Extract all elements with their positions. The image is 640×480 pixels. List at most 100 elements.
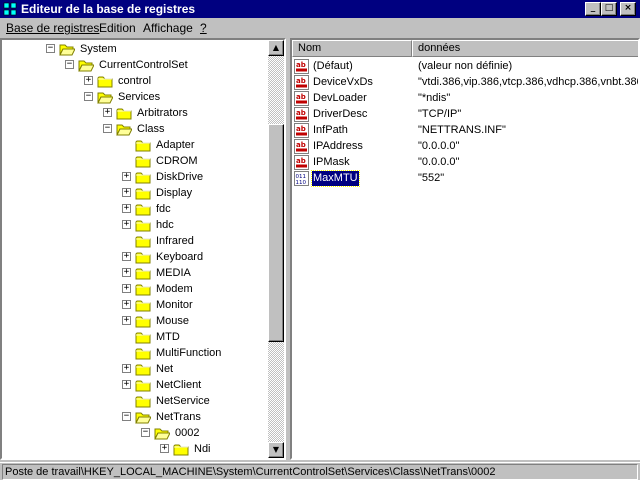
- menu-base-de-registres[interactable]: Base de registres: [6, 21, 99, 35]
- tree-node[interactable]: − 0002: [2, 425, 267, 441]
- expand-icon[interactable]: +: [122, 300, 131, 309]
- expand-icon[interactable]: +: [122, 316, 131, 325]
- collapse-icon[interactable]: −: [65, 60, 74, 69]
- scroll-up-button[interactable]: ▲: [268, 40, 284, 56]
- tree-node[interactable]: + Mouse: [2, 313, 267, 329]
- tree-node[interactable]: + Modem: [2, 281, 267, 297]
- tree-node-label: control: [118, 75, 152, 87]
- value-row[interactable]: ab DevLoader "*ndis": [292, 90, 638, 107]
- value-row[interactable]: ab DriverDesc "TCP/IP": [292, 106, 638, 123]
- svg-text:ab: ab: [296, 157, 306, 165]
- value-row[interactable]: ab (Défaut) (valeur non définie): [292, 58, 638, 75]
- collapse-icon[interactable]: −: [84, 92, 93, 101]
- tree-node[interactable]: MultiFunction: [2, 345, 267, 361]
- title-bar[interactable]: Editeur de la base de registres _ □ ×: [0, 0, 640, 18]
- expand-icon[interactable]: +: [122, 172, 131, 181]
- tree-node[interactable]: + Ndi: [2, 441, 267, 457]
- svg-text:110: 110: [296, 180, 307, 186]
- tree-node-label: MTD: [156, 331, 180, 343]
- expand-icon[interactable]: +: [84, 76, 93, 85]
- svg-text:ab: ab: [296, 109, 306, 117]
- tree-node[interactable]: − System: [2, 41, 267, 57]
- tree-node[interactable]: + MEDIA: [2, 265, 267, 281]
- expand-icon[interactable]: +: [122, 268, 131, 277]
- tree-node[interactable]: + Display: [2, 185, 267, 201]
- tree-node[interactable]: Adapter: [2, 137, 267, 153]
- collapse-icon[interactable]: −: [122, 412, 131, 421]
- tree-node[interactable]: + Keyboard: [2, 249, 267, 265]
- value-name: InfPath: [313, 124, 348, 136]
- folder-icon: [135, 252, 151, 264]
- tree-node[interactable]: + Net: [2, 361, 267, 377]
- folder-open-icon: [116, 124, 132, 136]
- expand-icon[interactable]: +: [122, 364, 131, 373]
- string-value-icon: ab: [294, 75, 309, 90]
- value-name: MaxMTU: [311, 170, 360, 187]
- svg-text:ab: ab: [296, 141, 306, 149]
- value-row[interactable]: ab IPAddress "0.0.0.0": [292, 138, 638, 155]
- folder-icon: [135, 172, 151, 184]
- tree-node[interactable]: + Arbitrators: [2, 105, 267, 121]
- string-value-icon: ab: [294, 59, 309, 74]
- expand-icon[interactable]: +: [103, 108, 112, 117]
- tree-node[interactable]: + hdc: [2, 217, 267, 233]
- tree-node-label: fdc: [156, 203, 171, 215]
- column-header-data[interactable]: données: [412, 40, 638, 57]
- tree-node-label: Ndi: [194, 443, 211, 455]
- tree-vertical-scrollbar[interactable]: ▲ ▼: [268, 40, 284, 458]
- value-data: "vtdi.386,vip.386,vtcp.386,vdhcp.386,vnb…: [418, 76, 640, 88]
- menu-help[interactable]: ?: [200, 21, 207, 35]
- value-name: IPAddress: [313, 140, 363, 152]
- menu-edition[interactable]: Edition: [99, 21, 136, 35]
- collapse-icon[interactable]: −: [46, 44, 55, 53]
- expand-icon[interactable]: +: [122, 380, 131, 389]
- expand-icon[interactable]: +: [122, 252, 131, 261]
- tree-node[interactable]: + fdc: [2, 201, 267, 217]
- tree-node[interactable]: Infrared: [2, 233, 267, 249]
- value-row[interactable]: ab DeviceVxDs "vtdi.386,vip.386,vtcp.386,v…: [292, 74, 640, 91]
- menu-affichage[interactable]: Affichage: [143, 21, 193, 35]
- scroll-down-button[interactable]: ▼: [268, 442, 284, 458]
- folder-icon: [116, 108, 132, 120]
- tree-node[interactable]: + control: [2, 73, 267, 89]
- tree-node[interactable]: + DiskDrive: [2, 169, 267, 185]
- value-row[interactable]: 011 110 MaxMTU "552": [292, 170, 638, 187]
- maximize-button[interactable]: □: [601, 2, 617, 16]
- tree-node[interactable]: − Services: [2, 89, 267, 105]
- tree-node[interactable]: − NetTrans: [2, 409, 267, 425]
- value-row[interactable]: ab IPMask "0.0.0.0": [292, 154, 638, 171]
- tree-node[interactable]: − Class: [2, 121, 267, 137]
- folder-icon: [135, 140, 151, 152]
- expand-icon[interactable]: +: [122, 284, 131, 293]
- tree-node-label: 0002: [175, 427, 200, 439]
- tree-node[interactable]: − CurrentControlSet: [2, 57, 267, 73]
- values-list-pane[interactable]: Nom données ab (Défaut) (valeur non défini…: [290, 38, 640, 460]
- tree-node[interactable]: NetService: [2, 393, 267, 409]
- value-row[interactable]: ab InfPath "NETTRANS.INF": [292, 122, 638, 139]
- key-tree-pane[interactable]: − System − CurrentControlSet + control − Servic…: [0, 38, 286, 460]
- tree-node-label: Mouse: [156, 315, 190, 327]
- tree-node[interactable]: + NetClient: [2, 377, 267, 393]
- collapse-icon[interactable]: −: [141, 428, 150, 437]
- scroll-thumb[interactable]: [268, 124, 284, 342]
- string-value-icon: ab: [294, 107, 309, 122]
- value-name: DriverDesc: [313, 108, 368, 120]
- tree-node[interactable]: CDROM: [2, 153, 267, 169]
- close-button[interactable]: ×: [620, 2, 636, 16]
- menu-bar: Base de registres Edition Affichage ?: [0, 18, 640, 38]
- expand-icon[interactable]: +: [122, 220, 131, 229]
- folder-icon: [173, 444, 189, 456]
- expand-icon[interactable]: +: [122, 204, 131, 213]
- column-header-name[interactable]: Nom: [292, 40, 412, 57]
- folder-icon: [135, 380, 151, 392]
- minimize-button[interactable]: _: [585, 2, 601, 16]
- expand-icon[interactable]: +: [160, 444, 169, 453]
- tree-node-label: Monitor: [156, 299, 193, 311]
- collapse-icon[interactable]: −: [103, 124, 112, 133]
- folder-icon: [135, 348, 151, 360]
- tree-node[interactable]: + Monitor: [2, 297, 267, 313]
- expand-icon[interactable]: +: [122, 188, 131, 197]
- value-data: "0.0.0.0": [418, 140, 460, 152]
- tree-node[interactable]: MTD: [2, 329, 267, 345]
- folder-open-icon: [78, 60, 94, 72]
